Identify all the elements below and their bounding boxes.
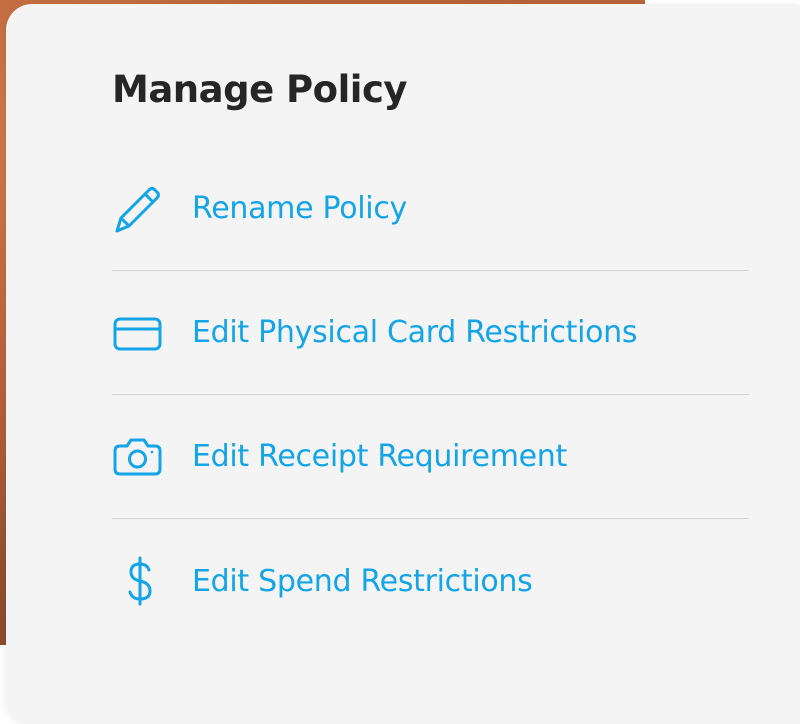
pencil-icon [112, 183, 164, 235]
menu-item-edit-receipt-requirement[interactable]: Edit Receipt Requirement [112, 395, 749, 519]
menu-item-edit-spend-restrictions[interactable]: Edit Spend Restrictions [112, 519, 749, 643]
menu-item-label: Rename Policy [192, 191, 407, 226]
dollar-sign-icon [112, 555, 164, 607]
panel-title: Manage Policy [112, 68, 408, 111]
camera-icon [112, 431, 164, 483]
menu-item-rename-policy[interactable]: Rename Policy [112, 147, 749, 271]
menu-item-label: Edit Physical Card Restrictions [192, 315, 638, 350]
menu-item-label: Edit Receipt Requirement [192, 439, 567, 474]
menu-item-label: Edit Spend Restrictions [192, 563, 533, 599]
credit-card-icon [112, 307, 164, 359]
menu-item-edit-physical-card-restrictions[interactable]: Edit Physical Card Restrictions [112, 271, 749, 395]
policy-actions-menu: Rename Policy Edit Physical Card Restric… [112, 147, 749, 643]
